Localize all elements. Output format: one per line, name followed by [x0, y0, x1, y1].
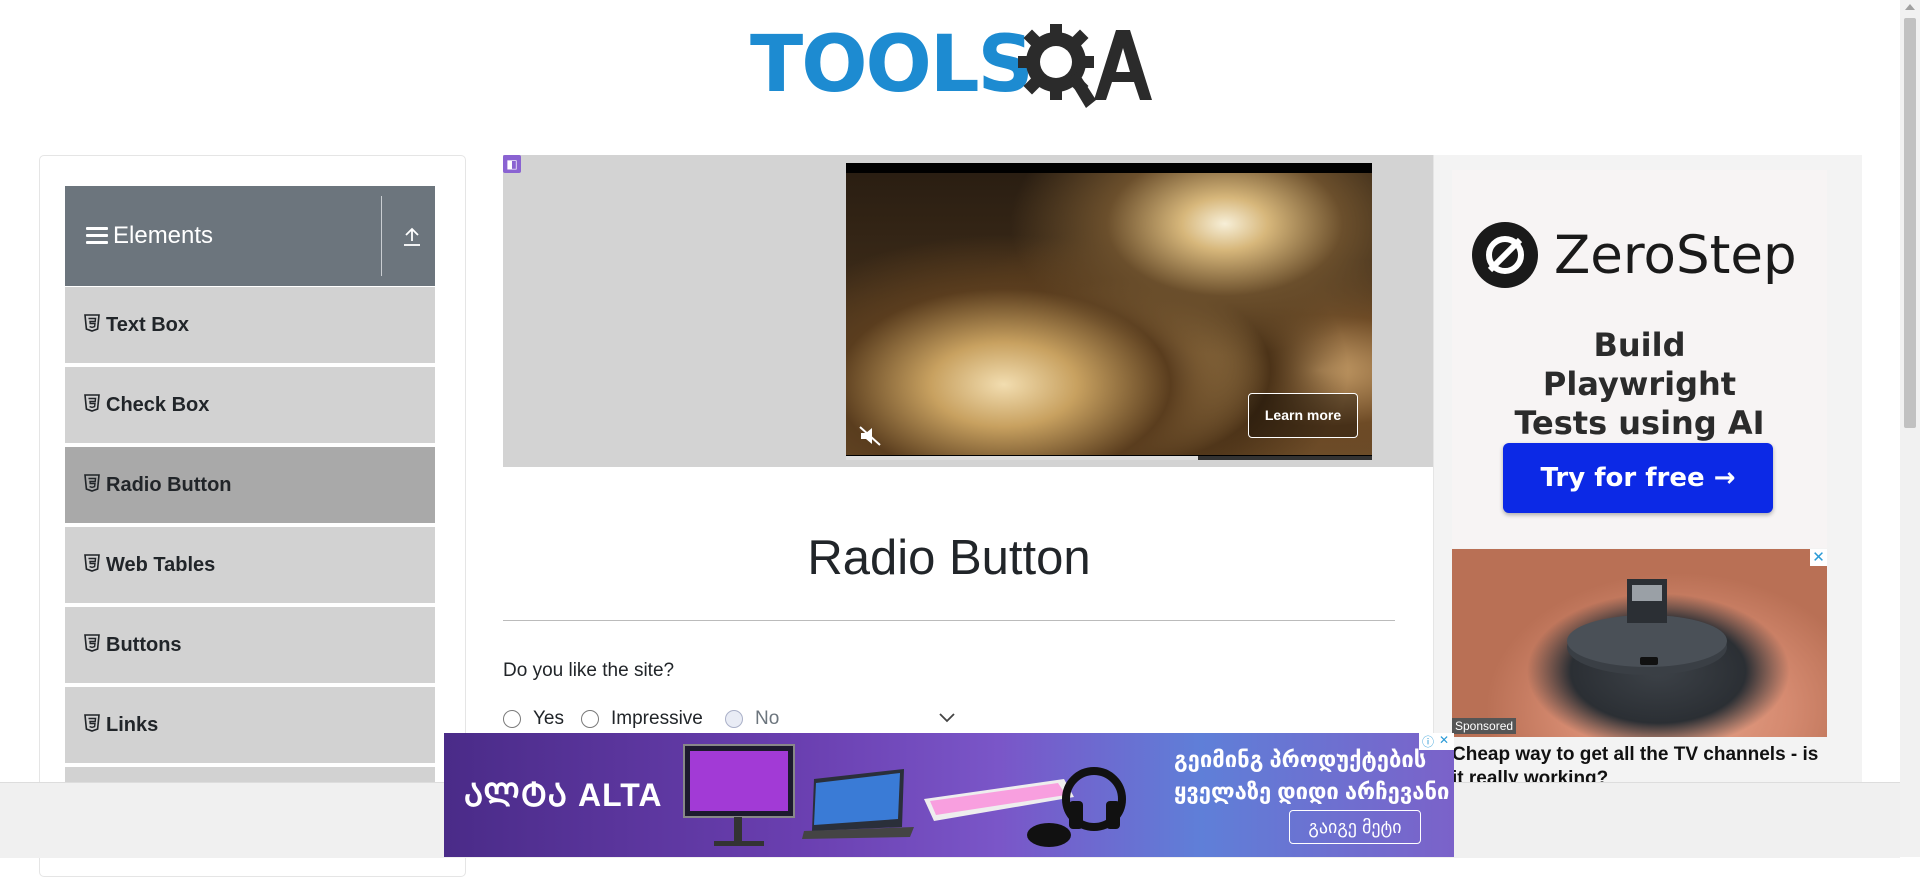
sidebar-item-label: Radio Button	[106, 474, 232, 496]
logo-tools-text: TOOLS	[750, 20, 1034, 110]
learn-more-button[interactable]: Learn more	[1248, 393, 1358, 438]
video-progress-fill	[846, 456, 1199, 460]
radio-no	[725, 710, 743, 728]
collapse-upload-icon[interactable]	[401, 226, 423, 248]
title-divider	[503, 620, 1395, 621]
chevron-down-icon[interactable]	[938, 712, 956, 724]
header-divider	[381, 196, 382, 276]
logo-qa-gear-icon	[1018, 24, 1152, 108]
hdmi-dongle-illustration	[1567, 579, 1727, 675]
sidebar-item-radio-button[interactable]: Radio Button	[65, 447, 435, 525]
hamburger-icon	[86, 227, 108, 245]
sponsored-badge: Sponsored	[1452, 718, 1517, 734]
ad-choices-icon[interactable]: ◧	[503, 155, 521, 173]
close-ad-icon[interactable]: ✕	[1810, 549, 1827, 566]
try-for-free-button[interactable]: Try for free →	[1503, 443, 1773, 513]
learn-more-alta-button[interactable]: გაიგე მეტი	[1289, 810, 1421, 844]
alta-headline-1: გეიმინგ პროდუქტების	[1174, 747, 1427, 772]
sidebar-item-label: Check Box	[106, 394, 210, 416]
radio-no-label: No	[755, 708, 780, 729]
sidebar-item-buttons[interactable]: Buttons	[65, 607, 435, 685]
mute-icon[interactable]	[858, 425, 882, 447]
ad-info-close-icon[interactable]: ⓘ ✕	[1419, 733, 1454, 750]
sidebar-item-text-box[interactable]: Text Box	[65, 287, 435, 365]
zerostep-logo-icon	[1472, 222, 1538, 288]
sidebar-item-web-tables[interactable]: Web Tables	[65, 527, 435, 605]
gaming-products-image	[683, 744, 1126, 847]
radio-yes-label[interactable]: Yes	[533, 708, 564, 730]
zerostep-brand: ZeroStep	[1554, 225, 1797, 286]
radio-impressive-label[interactable]: Impressive	[611, 708, 703, 730]
zerostep-tagline: Build Playwright Tests using AI	[1514, 326, 1765, 442]
html5-icon	[84, 554, 100, 572]
sidebar-group-elements[interactable]: Elements	[65, 186, 435, 286]
sidebar-item-label: Web Tables	[106, 554, 216, 576]
bottom-banner-ad[interactable]: ᲐᲚᲢᲐ ALTA გეიმინგ პროდუქტების ყველაზე დი…	[444, 733, 1454, 857]
radio-impressive[interactable]	[581, 710, 599, 728]
scroll-up-arrow-icon[interactable]	[1905, 4, 1915, 10]
page-title: Radio Button	[807, 531, 1091, 585]
sidebar-item-links[interactable]: Links	[65, 687, 435, 765]
alta-headline-2: ყველაზე დიდი არჩევანი	[1174, 779, 1450, 804]
html5-icon	[84, 474, 100, 492]
sidebar-item-check-box[interactable]: Check Box	[65, 367, 435, 445]
sidebar-item-label: Links	[106, 714, 159, 736]
question-label: Do you like the site?	[503, 660, 675, 681]
html5-icon	[84, 634, 100, 652]
video-player[interactable]: Learn more	[846, 163, 1372, 460]
page: TOOLS Elements Text Box Check Box Radio …	[0, 0, 1920, 877]
toolsqa-logo[interactable]: TOOLS	[750, 18, 1154, 114]
hdmi-device-image[interactable]	[1452, 549, 1827, 737]
html5-icon	[84, 314, 100, 332]
radio-yes[interactable]	[503, 710, 521, 728]
sidebar-item-label: Buttons	[106, 634, 182, 656]
html5-icon	[84, 394, 100, 412]
html5-icon	[84, 714, 100, 732]
sidebar-group-title: Elements	[113, 222, 214, 249]
alta-brand: ᲐᲚᲢᲐ ALTA	[464, 777, 663, 813]
video-progress-bar[interactable]	[846, 456, 1372, 460]
radio-group: Yes Impressive No	[503, 708, 953, 732]
scroll-thumb[interactable]	[1904, 18, 1916, 428]
sidebar-item-label: Text Box	[106, 314, 189, 336]
